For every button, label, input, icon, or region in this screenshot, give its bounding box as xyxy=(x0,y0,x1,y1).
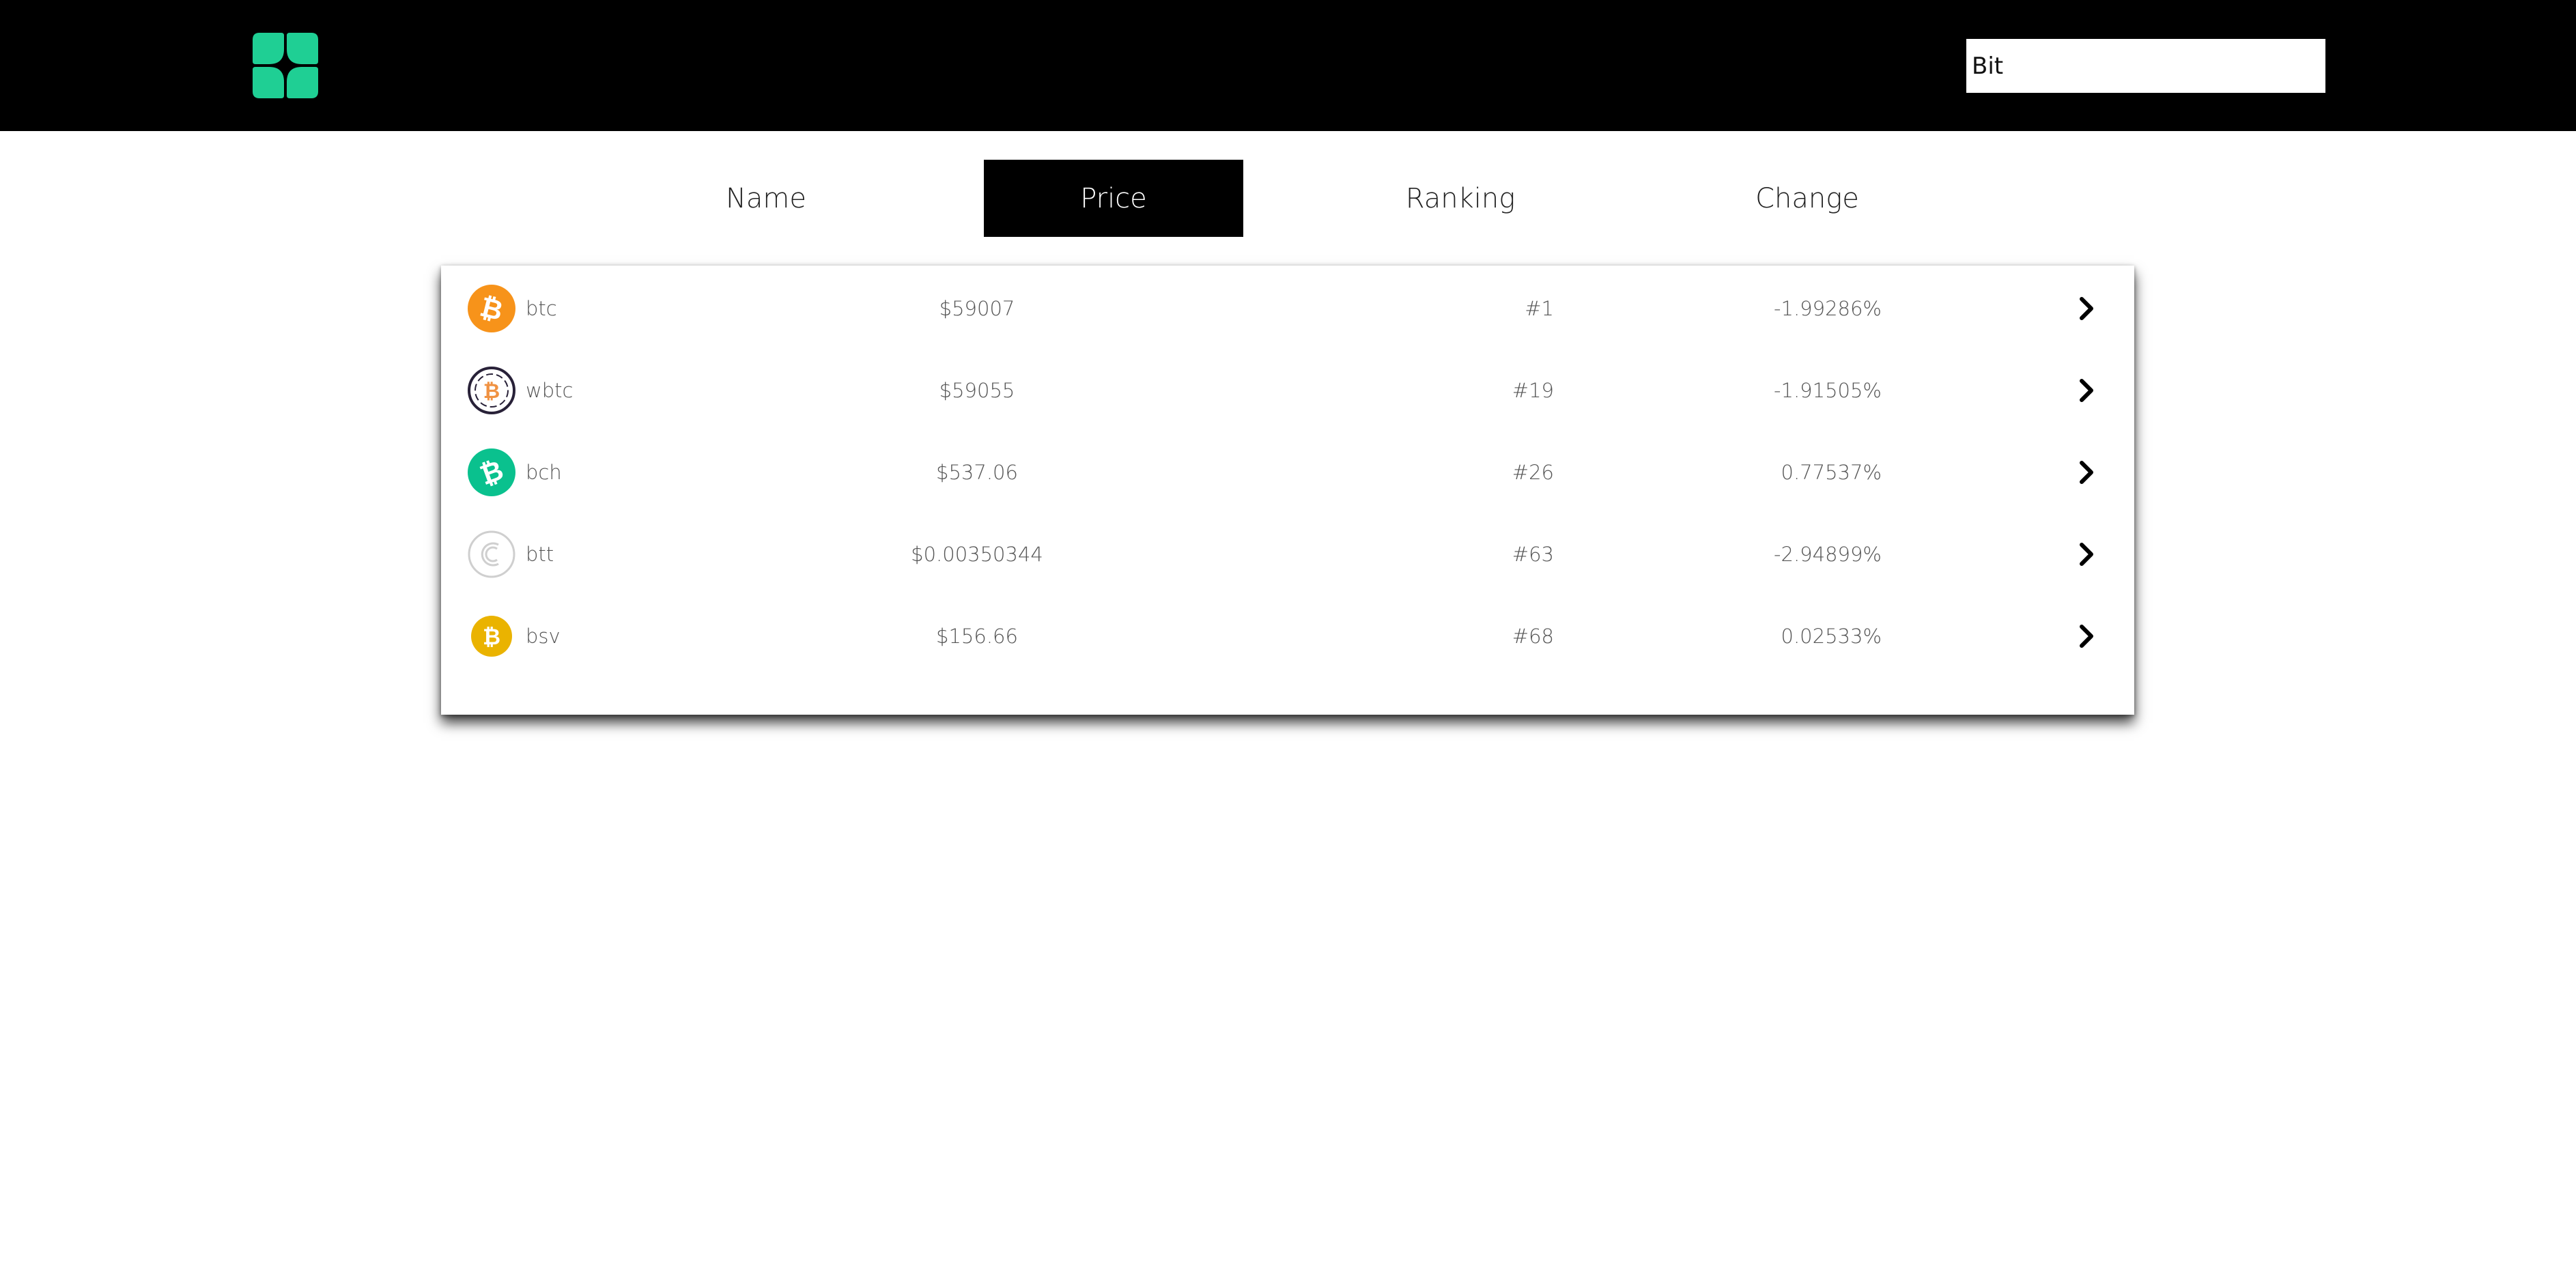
coin-list: ₿ btc $59007 #1 -1.99286% ₿ wbtc $59055 … xyxy=(441,266,2134,715)
coin-row-bsv[interactable]: ₿ bsv $156.66 #68 0.02533% xyxy=(441,595,2134,677)
coin-symbol: wbtc xyxy=(526,379,574,402)
coin-rank: #26 xyxy=(1512,461,1554,484)
coin-change: -1.91505% xyxy=(1774,379,1882,402)
coin-rank: #68 xyxy=(1512,625,1554,648)
coin-symbol: bch xyxy=(526,461,562,484)
coin-row-bch[interactable]: ₿ bch $537.06 #26 0.77537% xyxy=(441,431,2134,513)
top-header xyxy=(0,0,2576,131)
coin-row-wbtc[interactable]: ₿ wbtc $59055 #19 -1.91505% xyxy=(441,349,2134,431)
bitcoin-cash-icon: ₿ xyxy=(468,448,515,496)
coin-symbol: btc xyxy=(526,297,557,320)
chevron-right-icon[interactable] xyxy=(2073,295,2100,322)
coin-row-btc[interactable]: ₿ btc $59007 #1 -1.99286% xyxy=(441,268,2134,349)
bittorrent-icon xyxy=(468,530,515,578)
coin-price: $59055 xyxy=(939,379,1015,402)
coin-price: $537.06 xyxy=(936,461,1018,484)
tab-change[interactable]: Change xyxy=(1678,160,1937,237)
coin-rank: #63 xyxy=(1512,543,1554,566)
coin-symbol: bsv xyxy=(526,625,561,648)
bitcoin-icon: ₿ xyxy=(468,285,515,332)
coin-row-btt[interactable]: btt $0.00350344 #63 -2.94899% xyxy=(441,513,2134,595)
app-logo-icon[interactable] xyxy=(251,31,320,100)
svg-text:₿: ₿ xyxy=(483,624,500,650)
coin-rank: #1 xyxy=(1525,297,1554,320)
coin-rank: #19 xyxy=(1512,379,1554,402)
coin-price: $156.66 xyxy=(936,625,1018,648)
coin-change: -2.94899% xyxy=(1774,543,1882,566)
coin-price: $0.00350344 xyxy=(911,543,1043,566)
svg-text:₿: ₿ xyxy=(483,380,500,403)
tab-name[interactable]: Name xyxy=(636,160,896,237)
coin-change: 0.02533% xyxy=(1781,625,1882,648)
bitcoin-sv-icon: ₿ xyxy=(471,616,512,657)
search-input[interactable] xyxy=(1966,39,2325,93)
chevron-right-icon[interactable] xyxy=(2073,623,2100,650)
tab-price[interactable]: Price xyxy=(984,160,1243,237)
coin-change: -1.99286% xyxy=(1774,297,1882,320)
tab-ranking[interactable]: Ranking xyxy=(1331,160,1590,237)
coin-change: 0.77537% xyxy=(1781,461,1882,484)
chevron-right-icon[interactable] xyxy=(2073,377,2100,404)
wrapped-bitcoin-icon: ₿ xyxy=(468,367,515,414)
coin-symbol: btt xyxy=(526,543,554,566)
sort-tabs: Name Price Ranking Change xyxy=(0,160,2576,237)
coin-price: $59007 xyxy=(939,297,1015,320)
chevron-right-icon[interactable] xyxy=(2073,541,2100,568)
chevron-right-icon[interactable] xyxy=(2073,459,2100,486)
